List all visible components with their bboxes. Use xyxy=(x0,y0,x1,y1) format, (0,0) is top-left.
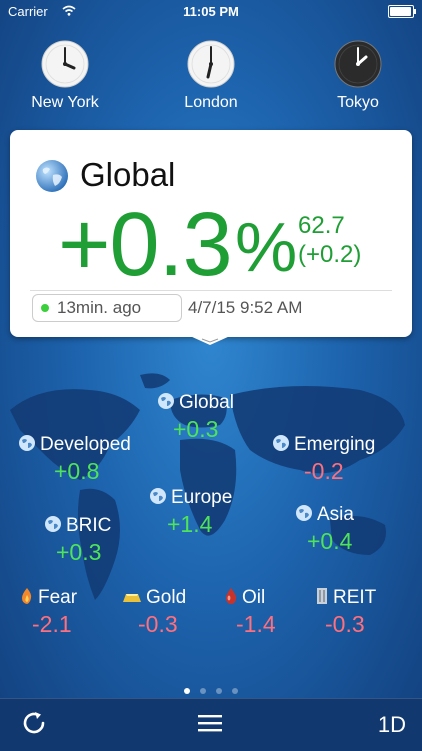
updated-label: 13min. ago xyxy=(57,298,142,317)
globe-icon xyxy=(150,488,166,504)
page-dot[interactable] xyxy=(184,688,190,694)
market-change: +1.4 xyxy=(167,511,213,537)
globe-icon xyxy=(19,435,35,451)
commodity-change: -2.1 xyxy=(32,611,72,637)
market-change: +0.3 xyxy=(173,416,219,442)
clock-city-label: London xyxy=(184,94,238,111)
market-name: Developed xyxy=(40,434,131,455)
clock-face-icon xyxy=(187,40,235,88)
market-change: +0.8 xyxy=(54,458,100,484)
index-value: 62.7 xyxy=(298,212,345,239)
card-title: Global xyxy=(80,156,176,193)
market-emerging[interactable]: Emerging -0.2 xyxy=(272,434,375,485)
index-value-change: (+0.2) xyxy=(298,240,362,268)
page-dot[interactable] xyxy=(200,688,206,694)
status-time: 11:05 PM xyxy=(183,4,239,19)
globe-icon xyxy=(296,505,312,521)
market-asia[interactable]: Asia +0.4 xyxy=(295,504,354,555)
bottom-toolbar: 1D xyxy=(0,698,422,751)
commodity-name: Gold xyxy=(146,587,187,608)
clock-city-label: Tokyo xyxy=(337,94,379,111)
commodity-name: REIT xyxy=(333,587,377,608)
clock-city-label: New York xyxy=(31,94,99,111)
commodity-name: Fear xyxy=(38,587,78,608)
updated-badge: 13min. ago xyxy=(32,294,182,322)
market-name: Global xyxy=(179,392,234,413)
commodity-gold[interactable]: Gold -0.3 xyxy=(122,587,186,638)
card-divider xyxy=(30,290,392,291)
oil-drop-icon xyxy=(225,588,237,604)
commodity-name: Oil xyxy=(242,587,266,608)
market-name: BRIC xyxy=(66,515,112,536)
commodity-fear[interactable]: Fear -2.1 xyxy=(20,587,77,638)
market-name: Europe xyxy=(171,487,233,508)
market-change: +0.3 xyxy=(56,539,102,565)
time-range-button[interactable]: 1D xyxy=(378,712,406,738)
clock-face-icon xyxy=(334,40,382,88)
commodity-change: -1.4 xyxy=(236,611,276,637)
market-bric[interactable]: BRIC +0.3 xyxy=(44,515,111,566)
gold-bar-icon xyxy=(123,594,141,602)
globe-icon xyxy=(273,435,289,451)
globe-icon xyxy=(158,393,174,409)
market-global[interactable]: Global +0.3 xyxy=(157,392,234,443)
commodity-change: -0.3 xyxy=(138,611,178,637)
battery-icon xyxy=(388,5,416,18)
live-status-icon xyxy=(41,304,49,312)
globe-icon xyxy=(45,516,61,532)
chevron-down-icon[interactable] xyxy=(190,336,230,346)
change-percent-value: +0.3 xyxy=(58,195,233,295)
percent-symbol: % xyxy=(235,208,298,286)
page-dot[interactable] xyxy=(216,688,222,694)
clock-london[interactable]: London xyxy=(141,40,281,112)
market-change: -0.2 xyxy=(304,458,344,484)
clock-face-icon xyxy=(41,40,89,88)
building-icon xyxy=(317,588,327,604)
market-europe[interactable]: Europe +1.4 xyxy=(149,487,232,538)
market-change: +0.4 xyxy=(307,528,353,554)
timestamp-label: 4/7/15 9:52 AM xyxy=(188,298,303,317)
index-value-block: 62.7 (+0.2) xyxy=(298,212,361,270)
page-dot[interactable] xyxy=(232,688,238,694)
market-developed[interactable]: Developed +0.8 xyxy=(18,434,131,485)
commodity-reit[interactable]: REIT -0.3 xyxy=(315,587,376,638)
globe-icon xyxy=(36,160,68,192)
commodity-oil[interactable]: Oil -1.4 xyxy=(224,587,276,638)
global-summary-card[interactable]: Global +0.3 % 62.7 (+0.2) 13min. ago 4/7… xyxy=(10,130,412,345)
menu-icon[interactable] xyxy=(198,713,222,733)
flame-icon xyxy=(22,588,32,604)
clock-new-york[interactable]: New York xyxy=(0,40,135,112)
clock-tokyo[interactable]: Tokyo xyxy=(288,40,422,112)
market-name: Asia xyxy=(317,504,354,525)
status-bar: Carrier 11:05 PM xyxy=(0,0,422,22)
refresh-icon[interactable] xyxy=(20,709,48,737)
market-name: Emerging xyxy=(294,434,376,455)
commodity-change: -0.3 xyxy=(325,611,365,637)
page-indicator[interactable] xyxy=(0,681,422,699)
